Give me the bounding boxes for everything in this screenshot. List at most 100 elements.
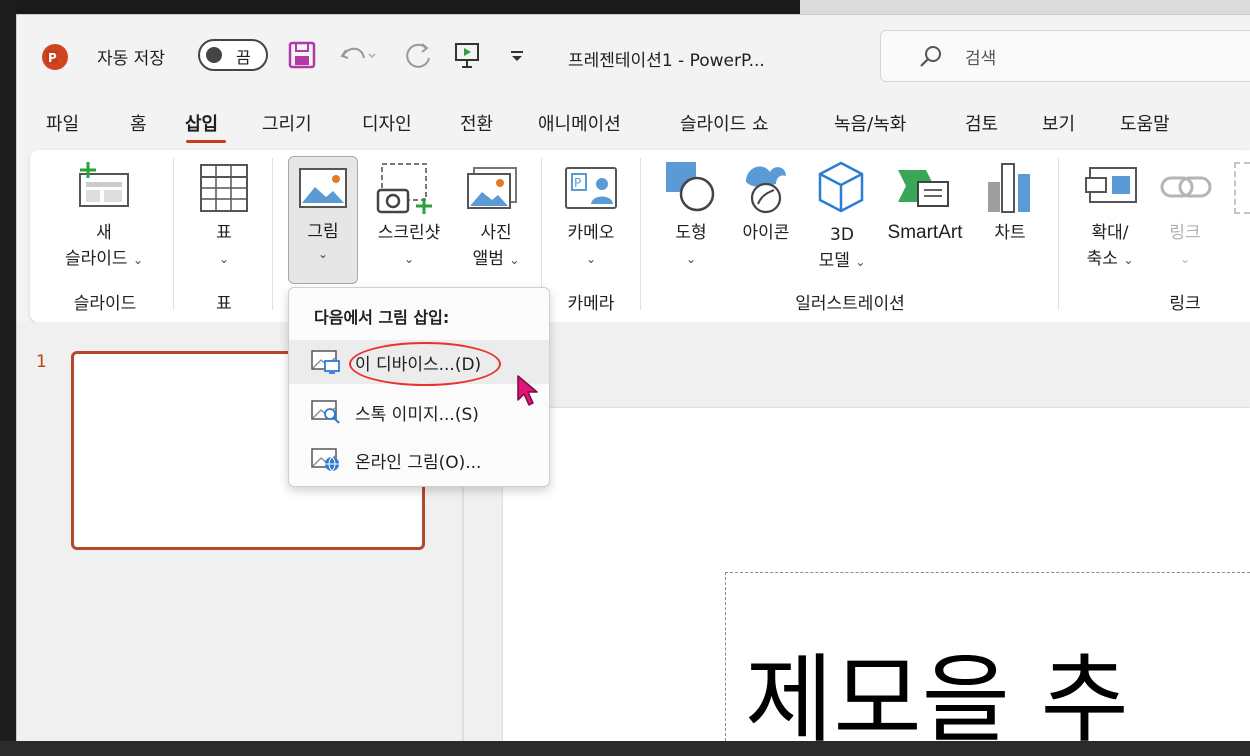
tab-review[interactable]: 검토 — [965, 110, 998, 136]
link-icon — [1160, 170, 1212, 208]
powerpoint-logo-icon[interactable]: P — [40, 42, 70, 76]
icons-icon — [740, 160, 792, 220]
tab-help[interactable]: 도움말 — [1120, 110, 1170, 136]
online-pictures-icon — [311, 448, 341, 472]
3d-model-icon — [816, 160, 866, 218]
table-icon — [198, 162, 250, 218]
chevron-down-icon: ⌄ — [855, 255, 866, 269]
autosave-toggle[interactable]: 끔 — [198, 39, 268, 71]
mouse-cursor-icon — [516, 374, 544, 412]
zoom-button[interactable]: 확대/ 축소 ⌄ — [1072, 220, 1148, 273]
customize-toolbar-icon[interactable] — [508, 48, 526, 67]
shapes-label: 도형 — [675, 223, 707, 243]
3d-models-button[interactable]: 3D 모델 ⌄ — [800, 222, 884, 275]
chevron-down-icon: ⌄ — [685, 252, 697, 266]
3d-label-2: 모델 — [818, 251, 850, 271]
tab-draw[interactable]: 그리기 — [262, 110, 312, 136]
photo-album-label-1: 사진 — [480, 223, 512, 243]
icons-label: 아이콘 — [742, 223, 790, 243]
tab-design[interactable]: 디자인 — [362, 110, 412, 136]
action-icon — [1234, 162, 1250, 214]
tab-animations[interactable]: 애니메이션 — [538, 110, 621, 136]
group-label-links: 링크 — [1169, 294, 1201, 314]
ribbon-separator — [1058, 158, 1059, 310]
tab-transitions[interactable]: 전환 — [460, 110, 493, 136]
tab-record[interactable]: 녹음/녹화 — [834, 110, 906, 136]
3d-label-1: 3D — [830, 225, 854, 245]
search-icon — [917, 43, 945, 75]
toggle-knob — [206, 47, 222, 63]
tab-file[interactable]: 파일 — [46, 110, 79, 136]
group-label-illustrations: 일러스트레이션 — [795, 294, 905, 314]
background-window-edge — [800, 0, 1250, 14]
ribbon-separator — [640, 158, 641, 310]
new-slide-button[interactable]: 새 슬라이드 ⌄ — [52, 220, 156, 273]
group-label-camera: 카메라 — [567, 294, 615, 314]
save-icon[interactable] — [287, 40, 317, 74]
chevron-down-icon: ⌄ — [1179, 252, 1191, 266]
svg-text:P: P — [574, 176, 581, 190]
chart-label: 차트 — [994, 223, 1026, 243]
cameo-icon: P — [564, 166, 618, 216]
tab-view[interactable]: 보기 — [1042, 110, 1075, 136]
this-device-icon — [311, 350, 341, 374]
insert-picture-dropdown: 다음에서 그림 삽입: 이 디바이스...(D) 스톡 이미지...(S) 온라… — [288, 287, 550, 487]
cameo-button[interactable]: 카메오 ⌄ — [552, 220, 630, 272]
tab-home[interactable]: 홈 — [130, 110, 147, 136]
slide-title-text: 제모을 추 — [745, 644, 1129, 756]
highlight-circle — [349, 342, 501, 386]
chevron-down-icon: ⌄ — [132, 253, 144, 267]
smartart-button[interactable]: SmartArt — [880, 220, 970, 246]
tab-insert[interactable]: 삽입 — [185, 110, 218, 136]
search-box[interactable]: 검색 — [880, 30, 1250, 82]
photo-album-button[interactable]: 사진 앨범 ⌄ — [456, 220, 536, 273]
chevron-down-icon: ⌄ — [509, 253, 520, 267]
menu-item-label: 스톡 이미지...(S) — [355, 405, 479, 425]
zoom-label-2: 축소 — [1086, 249, 1118, 269]
zoom-label-1: 확대/ — [1091, 223, 1129, 243]
tab-slideshow[interactable]: 슬라이드 쇼 — [680, 110, 769, 136]
picture-label: 그림 — [307, 222, 339, 242]
chevron-down-icon: ⌄ — [218, 252, 230, 266]
smartart-label: SmartArt — [887, 222, 963, 243]
chart-icon — [986, 162, 1034, 218]
chart-button[interactable]: 차트 — [978, 220, 1042, 246]
shapes-button[interactable]: 도형 ⌄ — [658, 220, 724, 272]
cameo-label: 카메오 — [567, 223, 615, 243]
autosave-toggle-state: 끔 — [236, 48, 251, 67]
undo-icon[interactable] — [338, 40, 378, 74]
chevron-down-icon: ⌄ — [318, 247, 329, 261]
menu-item-online-pictures[interactable]: 온라인 그림(O)... — [289, 438, 549, 482]
link-label: 링크 — [1169, 223, 1201, 243]
new-slide-icon — [76, 160, 132, 214]
menu-item-label: 온라인 그림(O)... — [355, 453, 482, 473]
chevron-down-icon: ⌄ — [403, 252, 415, 266]
zoom-icon — [1084, 166, 1140, 210]
ribbon-separator — [173, 158, 174, 310]
group-label-tables: 표 — [216, 294, 232, 314]
svg-text:P: P — [48, 51, 57, 65]
slide-number: 1 — [36, 352, 47, 372]
autosave-label: 자동 저장 — [97, 49, 165, 69]
photo-album-label-2: 앨범 — [472, 249, 504, 269]
new-slide-label-2: 슬라이드 — [64, 249, 128, 269]
icons-button[interactable]: 아이콘 — [728, 220, 804, 246]
dropdown-header: 다음에서 그림 삽입: — [314, 308, 450, 327]
menu-item-stock-images[interactable]: 스톡 이미지...(S) — [289, 390, 549, 434]
picture-button[interactable]: 그림 ⌄ — [288, 156, 358, 284]
stock-images-icon — [311, 400, 341, 424]
chevron-down-icon: ⌄ — [1123, 253, 1134, 267]
present-from-start-icon[interactable] — [452, 40, 482, 74]
smartart-icon — [896, 166, 952, 214]
search-placeholder: 검색 — [965, 49, 997, 69]
screenshot-icon — [376, 162, 436, 220]
screenshot-button[interactable]: 스크린샷 ⌄ — [362, 220, 456, 272]
table-button[interactable]: 표 ⌄ — [196, 220, 252, 272]
desktop-background-left — [0, 0, 16, 741]
shapes-icon — [664, 160, 718, 218]
group-label-slides: 슬라이드 — [73, 294, 137, 314]
screenshot-label: 스크린샷 — [377, 223, 441, 243]
redo-icon[interactable] — [402, 40, 436, 76]
picture-icon — [298, 167, 348, 215]
link-button[interactable]: 링크 ⌄ — [1150, 220, 1220, 272]
